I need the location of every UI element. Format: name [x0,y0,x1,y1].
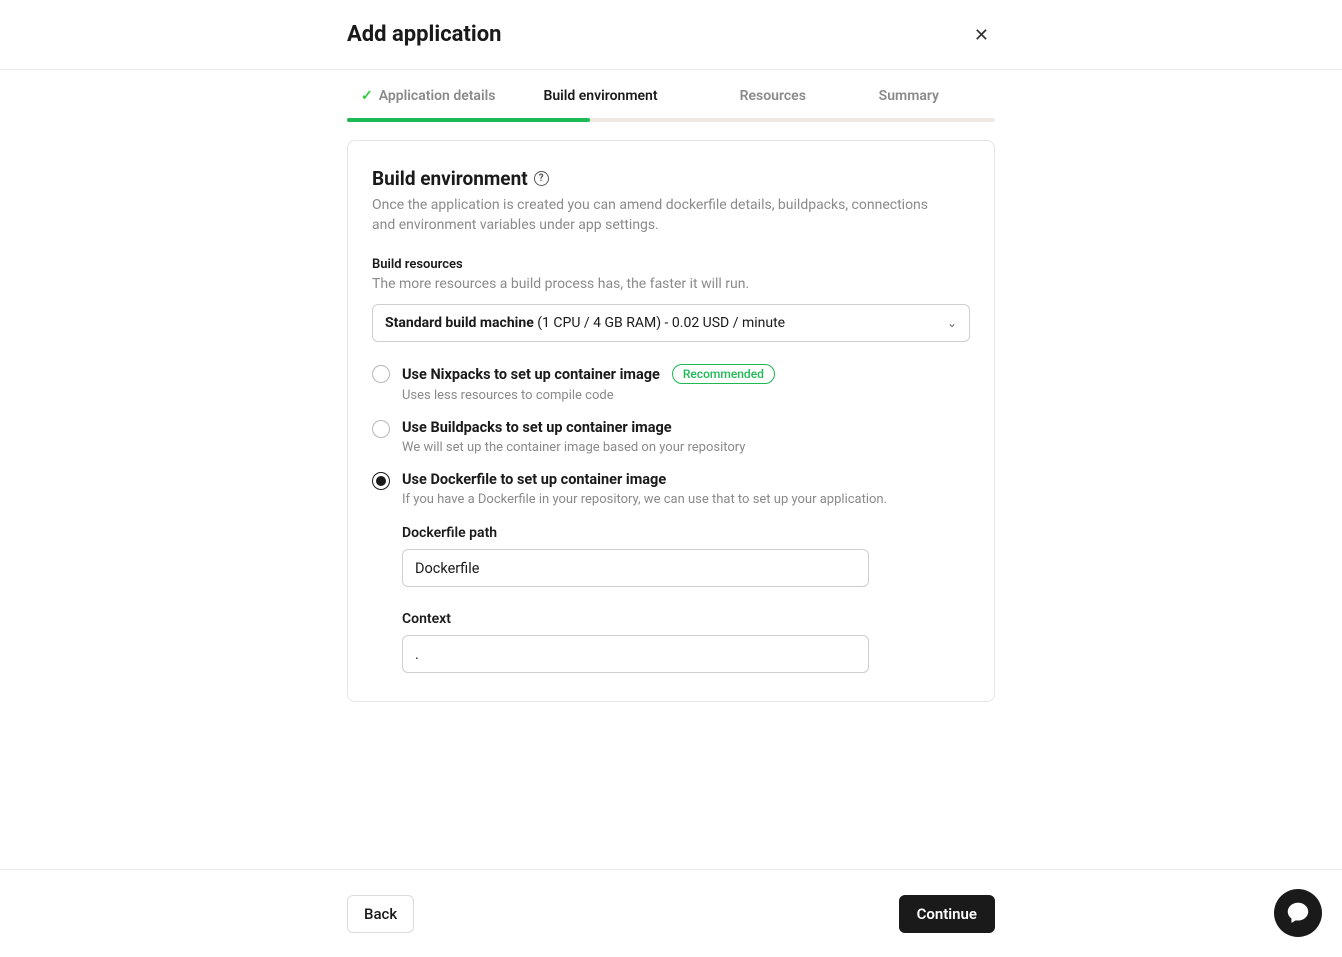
build-machine-select[interactable]: Standard build machine (1 CPU / 4 GB RAM… [372,304,970,342]
container-setup-radio-group: Use Nixpacks to set up container image R… [372,364,970,673]
step-build-environment[interactable]: Build environment [543,88,657,104]
radio-subtitle: We will set up the container image based… [402,440,970,455]
build-resources-label: Build resources [372,257,970,272]
stepper-progress-fill [347,118,590,122]
radio-title: Use Buildpacks to set up container image [402,419,672,436]
page-title: Add application [347,22,501,47]
footer: Back Continue [0,869,1342,957]
option-dockerfile[interactable]: Use Dockerfile to set up container image… [372,471,970,673]
build-resources-description: The more resources a build process has, … [372,276,970,292]
header: Add application ✕ [0,0,1342,70]
section-description: Once the application is created you can … [372,196,952,235]
step-summary[interactable]: Summary [879,88,939,104]
chat-widget-button[interactable] [1274,889,1322,937]
help-icon[interactable]: ? [534,171,549,186]
check-icon: ✓ [361,88,373,104]
step-resources[interactable]: Resources [740,88,806,104]
radio-buildpacks[interactable] [372,420,390,438]
dockerfile-path-label: Dockerfile path [402,525,970,541]
step-label: Resources [740,88,806,104]
radio-dockerfile[interactable] [372,472,390,490]
section-title: Build environment [372,167,528,190]
select-value: Standard build machine (1 CPU / 4 GB RAM… [385,315,785,331]
radio-title: Use Dockerfile to set up container image [402,471,666,488]
context-label: Context [402,611,970,627]
recommended-badge: Recommended [672,364,775,384]
step-application-details[interactable]: ✓ Application details [361,88,495,104]
option-buildpacks[interactable]: Use Buildpacks to set up container image… [372,419,970,455]
context-input[interactable] [402,635,869,673]
radio-nixpacks[interactable] [372,365,390,383]
chat-icon [1285,900,1311,926]
radio-subtitle: Uses less resources to compile code [402,388,970,403]
build-environment-card: Build environment ? Once the application… [347,140,995,702]
stepper: ✓ Application details Build environment … [347,70,995,122]
dockerfile-path-input[interactable] [402,549,869,587]
continue-button[interactable]: Continue [899,895,995,933]
step-label: Application details [379,88,496,104]
chevron-down-icon: ⌄ [947,316,957,330]
step-label: Summary [879,88,939,104]
radio-title: Use Nixpacks to set up container image [402,366,660,383]
stepper-progress-track [347,118,995,122]
step-label: Build environment [543,88,657,104]
option-nixpacks[interactable]: Use Nixpacks to set up container image R… [372,364,970,403]
back-button[interactable]: Back [347,895,414,933]
close-button[interactable]: ✕ [968,20,995,50]
radio-subtitle: If you have a Dockerfile in your reposit… [402,492,970,507]
close-icon: ✕ [974,25,989,45]
